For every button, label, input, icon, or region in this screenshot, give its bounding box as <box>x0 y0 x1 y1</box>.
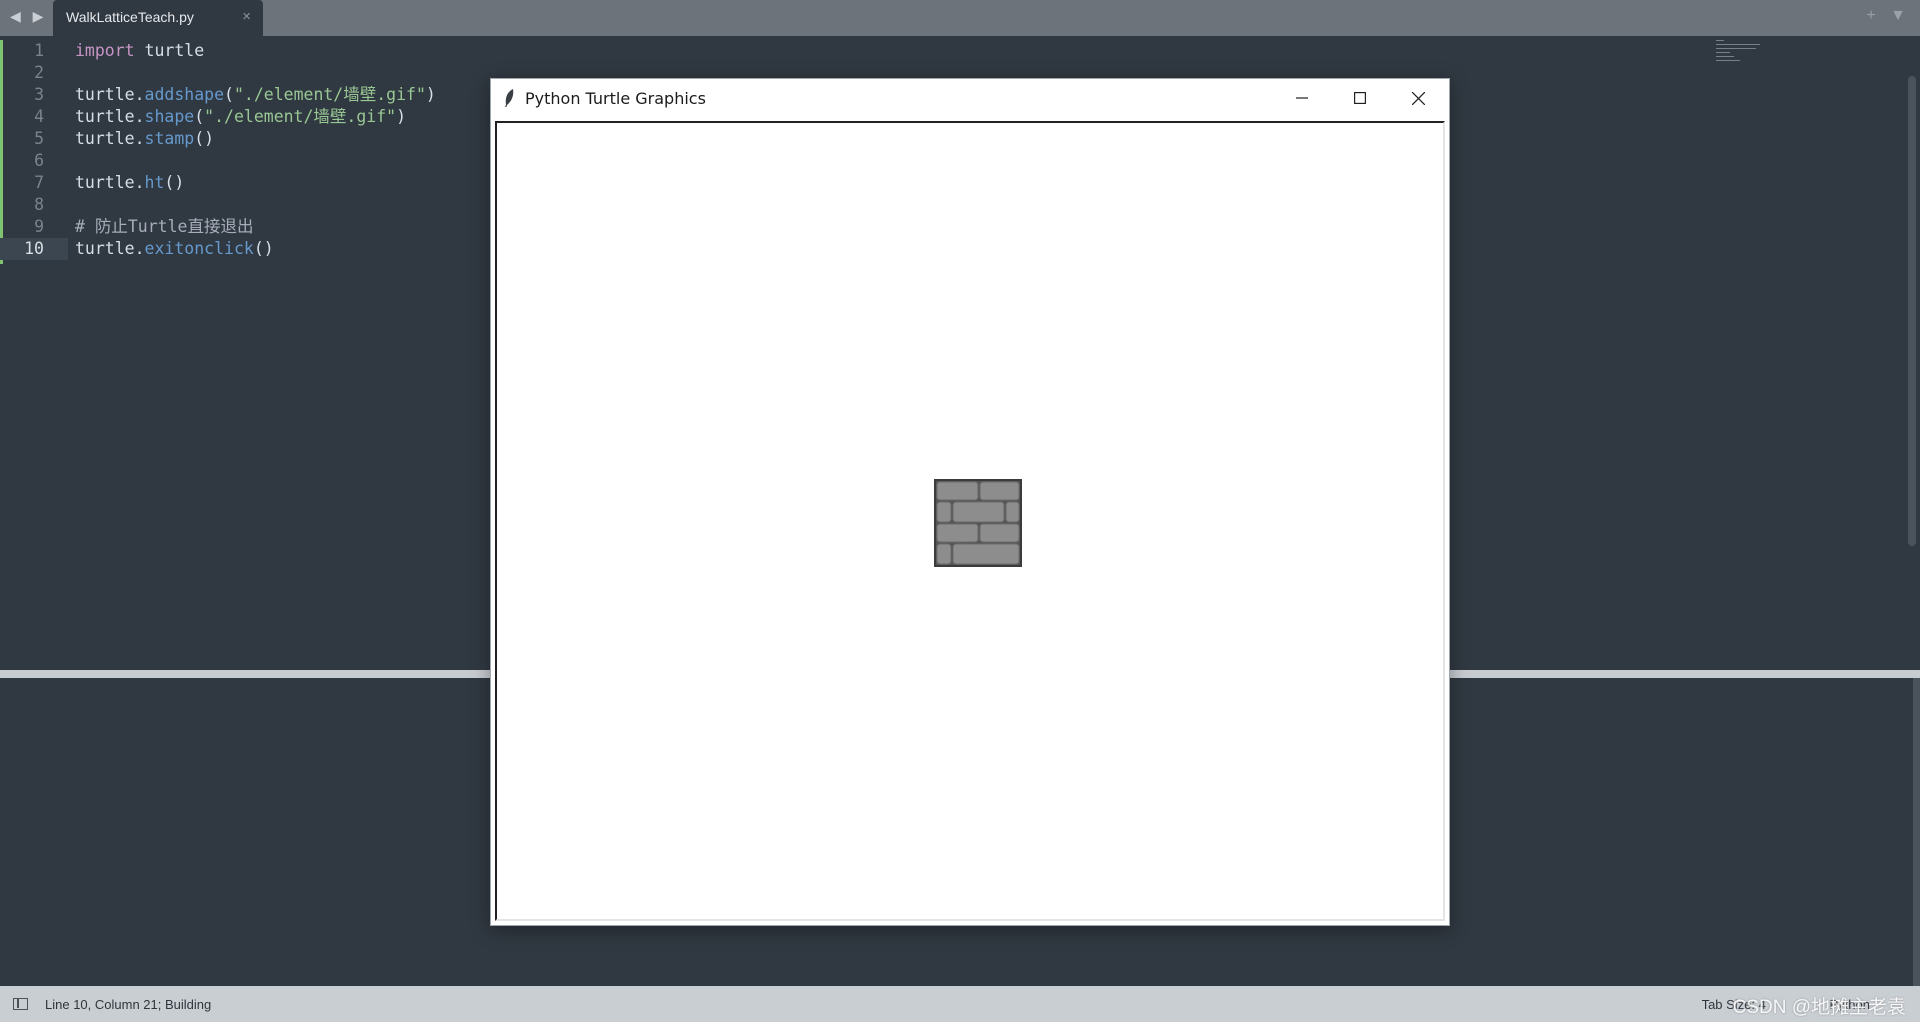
tab-tools: + ▼ <box>1856 7 1906 25</box>
minimize-icon <box>1296 97 1308 99</box>
window-titlebar[interactable]: Python Turtle Graphics <box>491 79 1449 117</box>
line-number: 3 <box>34 85 44 104</box>
tab-navigation: ◀ ▶ <box>10 8 47 25</box>
line-number: 7 <box>34 173 44 192</box>
line-number: 8 <box>34 195 44 214</box>
watermark: CSDN @地摊主老袁 <box>1732 997 1906 1018</box>
previous-tab-arrow-icon[interactable]: ◀ <box>10 8 25 24</box>
turtle-canvas[interactable] <box>495 121 1445 921</box>
next-tab-arrow-icon[interactable]: ▶ <box>33 8 48 24</box>
minimize-button[interactable] <box>1273 79 1331 117</box>
line-number: 10 <box>24 239 44 258</box>
editor-scrollbar[interactable] <box>1908 76 1916 546</box>
code-comment: # 防止Turtle直接退出 <box>75 217 254 236</box>
status-bar: Line 10, Column 21; Building Tab Size: 4… <box>0 986 1920 1022</box>
code-text: turtle.exitonclick() <box>75 239 274 258</box>
output-scrollbar[interactable] <box>1913 678 1920 986</box>
maximize-button[interactable] <box>1331 79 1389 117</box>
line-number: 1 <box>34 41 44 60</box>
code-line: 1 import turtle <box>0 40 1700 62</box>
tab-list-dropdown-icon[interactable]: ▼ <box>1890 7 1906 24</box>
toggle-panel-icon[interactable] <box>13 998 28 1010</box>
code-text: turtle.addshape("./element/墙壁.gif") <box>75 85 436 104</box>
minimap[interactable] <box>1716 40 1766 70</box>
wall-brick-stamp <box>934 479 1022 567</box>
line-number: 2 <box>34 63 44 82</box>
line-number: 5 <box>34 129 44 148</box>
close-button[interactable] <box>1389 79 1447 117</box>
code-text: import turtle <box>75 41 205 60</box>
tab-bar: ◀ ▶ WalkLatticeTeach.py × + ▼ <box>0 0 1920 36</box>
turtle-graphics-window: Python Turtle Graphics <box>490 78 1450 926</box>
line-number: 6 <box>34 151 44 170</box>
window-title: Python Turtle Graphics <box>525 89 706 108</box>
line-number: 9 <box>34 217 44 236</box>
line-number: 4 <box>34 107 44 126</box>
status-position: Line 10, Column 21; Building <box>45 997 212 1012</box>
close-icon <box>1411 91 1425 105</box>
tab-close-icon[interactable]: × <box>242 8 251 25</box>
tab-title: WalkLatticeTeach.py <box>66 9 194 25</box>
feather-icon <box>505 89 514 107</box>
code-text: turtle.stamp() <box>75 129 215 148</box>
tab-walklatticeteach[interactable]: WalkLatticeTeach.py × <box>53 0 263 36</box>
code-text: turtle.shape("./element/墙壁.gif") <box>75 107 407 126</box>
code-text: turtle.ht() <box>75 173 185 192</box>
maximize-icon <box>1354 92 1366 104</box>
new-tab-plus-icon[interactable]: + <box>1866 7 1875 24</box>
